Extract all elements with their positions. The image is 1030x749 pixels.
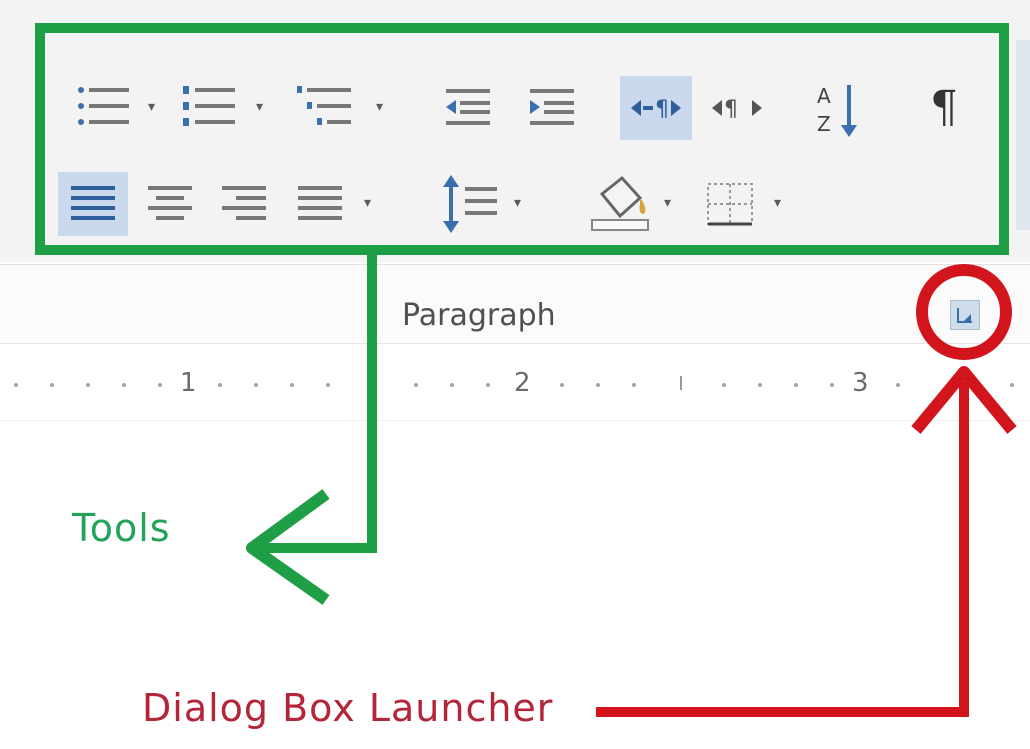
launcher-connector-line xyxy=(596,382,969,717)
annotation-overlay xyxy=(35,23,1017,717)
tools-highlight-frame xyxy=(35,23,1009,255)
dialog-box-launcher-annotation-label: Dialog Box Launcher xyxy=(142,686,554,730)
tools-annotation-label: Tools xyxy=(72,506,171,550)
launcher-highlight-circle xyxy=(916,264,1012,360)
